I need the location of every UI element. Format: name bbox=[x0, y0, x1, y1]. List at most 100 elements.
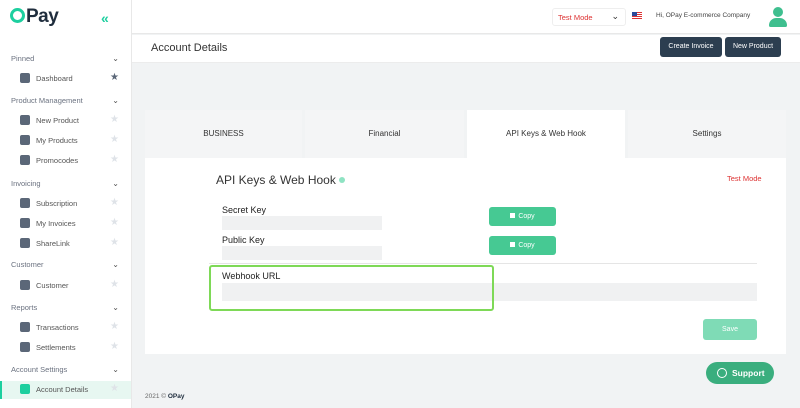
logo-row: Pay « bbox=[0, 0, 132, 34]
sidebar-item-promocodes[interactable]: Promocodes ★ bbox=[0, 152, 131, 170]
pin-star-icon[interactable]: ★ bbox=[110, 197, 119, 208]
promocode-icon bbox=[20, 155, 30, 165]
section-label: Pinned bbox=[11, 54, 35, 63]
tab-financial[interactable]: Financial bbox=[305, 110, 464, 158]
card-title-text: API Keys & Web Hook bbox=[216, 173, 336, 187]
pin-star-icon[interactable]: ★ bbox=[110, 341, 119, 352]
transactions-icon bbox=[20, 322, 30, 332]
section-account-settings[interactable]: Account Settings ⌄ bbox=[11, 365, 123, 379]
sidebar-item-account-details[interactable]: Account Details ★ bbox=[0, 381, 131, 399]
section-pinned[interactable]: Pinned ⌄ bbox=[11, 54, 123, 68]
footer: 2021 © OPay bbox=[145, 393, 185, 400]
section-product-management[interactable]: Product Management ⌄ bbox=[11, 96, 123, 110]
pin-star-icon[interactable]: ★ bbox=[110, 72, 119, 83]
section-divider bbox=[209, 263, 757, 264]
pin-star-icon[interactable]: ★ bbox=[110, 237, 119, 248]
tab-api-keys[interactable]: API Keys & Web Hook bbox=[467, 110, 625, 158]
api-keys-card: API Keys & Web Hook Test Mode Secret Key… bbox=[145, 158, 786, 354]
section-reports[interactable]: Reports ⌄ bbox=[11, 303, 123, 317]
sidebar-item-label: Transactions bbox=[36, 323, 79, 332]
chevron-down-icon: ⌄ bbox=[112, 260, 119, 269]
support-button[interactable]: Support bbox=[706, 362, 774, 384]
save-button[interactable]: Save bbox=[703, 319, 757, 340]
copy-icon bbox=[510, 213, 516, 218]
secret-key-field[interactable] bbox=[222, 216, 382, 230]
footer-year: 2021 © bbox=[145, 393, 167, 400]
section-label: Account Settings bbox=[11, 365, 68, 374]
us-flag-icon[interactable] bbox=[632, 12, 642, 20]
public-key-label: Public Key bbox=[222, 235, 265, 245]
collapse-sidebar-icon[interactable]: « bbox=[101, 10, 109, 26]
sidebar-item-customer[interactable]: Customer ★ bbox=[0, 277, 131, 295]
chevron-down-icon: ⌄ bbox=[112, 365, 119, 374]
account-details-icon bbox=[20, 384, 30, 394]
sidebar-item-my-products[interactable]: My Products ★ bbox=[0, 132, 131, 150]
secret-key-label: Secret Key bbox=[222, 205, 267, 215]
invoices-icon bbox=[20, 218, 30, 228]
section-invoicing[interactable]: Invoicing ⌄ bbox=[11, 179, 123, 193]
sidebar-item-label: Dashboard bbox=[36, 74, 73, 83]
support-label: Support bbox=[732, 368, 765, 378]
subscription-icon bbox=[20, 198, 30, 208]
opay-logo[interactable]: Pay bbox=[10, 6, 59, 28]
sidebar-item-settlements[interactable]: Settlements ★ bbox=[0, 339, 131, 357]
copy-secret-key-button[interactable]: Copy bbox=[489, 207, 556, 226]
sidebar-item-label: Subscription bbox=[36, 199, 78, 208]
sidebar-item-label: My Invoices bbox=[36, 219, 76, 228]
sidebar-item-transactions[interactable]: Transactions ★ bbox=[0, 319, 131, 337]
card-title: API Keys & Web Hook bbox=[216, 173, 345, 187]
sidebar-item-label: ShareLink bbox=[36, 239, 70, 248]
new-product-button[interactable]: New Product bbox=[725, 37, 781, 57]
sidebar-item-subscription[interactable]: Subscription ★ bbox=[0, 195, 131, 213]
copy-public-key-button[interactable]: Copy bbox=[489, 236, 556, 255]
sidebar: Pay « Pinned ⌄ Dashboard ★ Product Managem… bbox=[0, 0, 132, 408]
copy-icon bbox=[510, 242, 516, 247]
sidebar-item-new-product[interactable]: New Product ★ bbox=[0, 112, 131, 130]
user-icon-head bbox=[773, 7, 783, 17]
sidebar-item-label: Promocodes bbox=[36, 156, 79, 165]
user-greeting[interactable]: Hi, OPay E-commerce Company bbox=[656, 12, 750, 19]
sharelink-icon bbox=[20, 238, 30, 248]
mode-select[interactable]: Test Mode ⌄ bbox=[552, 8, 626, 26]
tab-business[interactable]: BUSINESS bbox=[145, 110, 302, 158]
page-header: Account Details Create Invoice New Produ… bbox=[132, 35, 800, 63]
create-invoice-button[interactable]: Create Invoice bbox=[660, 37, 722, 57]
pin-star-icon[interactable]: ★ bbox=[110, 217, 119, 228]
tab-settings[interactable]: Settings bbox=[628, 110, 786, 158]
dashboard-icon bbox=[20, 73, 30, 83]
sidebar-item-dashboard[interactable]: Dashboard ★ bbox=[0, 70, 131, 88]
sidebar-item-my-invoices[interactable]: My Invoices ★ bbox=[0, 215, 131, 233]
page-title: Account Details bbox=[151, 42, 228, 54]
new-product-icon bbox=[20, 115, 30, 125]
sidebar-item-label: Account Details bbox=[36, 385, 89, 394]
products-icon bbox=[20, 135, 30, 145]
info-dot-icon bbox=[338, 177, 345, 183]
chevron-down-icon: ⌄ bbox=[112, 303, 119, 312]
avatar[interactable] bbox=[768, 7, 788, 27]
card-mode-label: Test Mode bbox=[727, 174, 762, 183]
pin-star-icon[interactable]: ★ bbox=[110, 134, 119, 145]
chevron-down-icon: ⌄ bbox=[112, 96, 119, 105]
user-icon-body bbox=[769, 18, 787, 27]
chat-bubble-icon bbox=[717, 368, 727, 378]
footer-brand: OPay bbox=[167, 393, 185, 400]
section-customer[interactable]: Customer ⌄ bbox=[11, 260, 123, 274]
pin-star-icon[interactable]: ★ bbox=[110, 321, 119, 332]
chevron-down-icon: ⌄ bbox=[611, 11, 619, 21]
copy-label: Copy bbox=[518, 213, 535, 220]
customer-icon bbox=[20, 280, 30, 290]
sidebar-item-label: My Products bbox=[36, 136, 78, 145]
pin-star-icon[interactable]: ★ bbox=[110, 114, 119, 125]
pin-star-icon[interactable]: ★ bbox=[110, 154, 119, 165]
chevron-down-icon: ⌄ bbox=[112, 179, 119, 188]
sidebar-item-sharelink[interactable]: ShareLink ★ bbox=[0, 235, 131, 253]
section-label: Product Management bbox=[11, 96, 83, 105]
public-key-field[interactable] bbox=[222, 246, 382, 260]
section-label: Customer bbox=[11, 260, 44, 269]
logo-ring-icon bbox=[10, 8, 25, 23]
pin-star-icon[interactable]: ★ bbox=[110, 383, 119, 394]
sidebar-item-label: Customer bbox=[36, 281, 69, 290]
chevron-down-icon: ⌄ bbox=[112, 54, 119, 63]
pin-star-icon[interactable]: ★ bbox=[110, 279, 119, 290]
section-label: Invoicing bbox=[11, 179, 41, 188]
